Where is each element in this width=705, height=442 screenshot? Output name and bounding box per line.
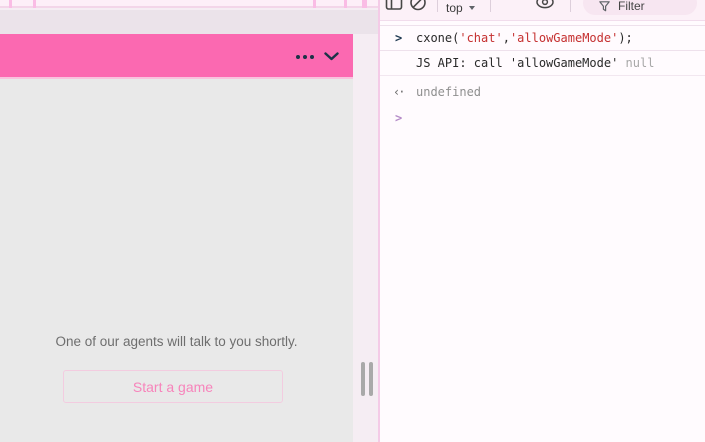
toolbar-separator bbox=[437, 0, 438, 12]
console-result-row: ‹· undefined bbox=[380, 80, 705, 104]
console-command-row: > cxone('chat','allowGameMode'); bbox=[380, 25, 705, 51]
console-sidebar-icon[interactable] bbox=[385, 0, 403, 12]
console-result-value: undefined bbox=[416, 85, 481, 99]
devtools-panel: top Filter > cxone('chat','allo bbox=[380, 0, 705, 442]
browser-page: One of our agents will talk to you short… bbox=[0, 0, 378, 442]
context-label: top bbox=[446, 1, 463, 15]
clear-console-icon[interactable] bbox=[409, 0, 427, 12]
agent-message: One of our agents will talk to you short… bbox=[0, 334, 353, 350]
tabstrip-tick bbox=[9, 0, 12, 8]
minimize-chevron-icon[interactable] bbox=[324, 52, 339, 61]
console-log-text: JS API: call 'allowGameMode' bbox=[416, 56, 618, 70]
chat-header-icons bbox=[296, 34, 339, 79]
console-prompt-row[interactable]: > bbox=[380, 106, 705, 116]
console-log-null: null bbox=[618, 56, 654, 70]
console-return-arrow-icon: ‹· bbox=[393, 85, 403, 99]
console-command-text: cxone('chat','allowGameMode'); bbox=[416, 31, 633, 45]
start-game-button[interactable]: Start a game bbox=[63, 370, 283, 403]
dropdown-caret-icon bbox=[469, 6, 475, 13]
filter-input[interactable]: Filter bbox=[583, 0, 697, 15]
page-background-band bbox=[0, 10, 378, 34]
console-log-row: JS API: call 'allowGameMode' null bbox=[380, 51, 705, 76]
more-options-icon[interactable] bbox=[296, 55, 314, 59]
console-prompt-chevron-icon: > bbox=[395, 111, 402, 125]
toolbar-separator bbox=[490, 0, 491, 12]
live-expression-eye-icon[interactable] bbox=[535, 0, 555, 12]
tabstrip-tick bbox=[362, 0, 367, 8]
javascript-context-dropdown[interactable]: top bbox=[446, 0, 475, 16]
chat-widget: One of our agents will talk to you short… bbox=[0, 34, 353, 442]
chat-header bbox=[0, 34, 353, 79]
console-output: > cxone('chat','allowGameMode'); JS API:… bbox=[380, 21, 705, 116]
tabstrip-tick bbox=[313, 0, 316, 8]
filter-placeholder: Filter bbox=[618, 0, 645, 12]
console-input-chevron-icon: > bbox=[395, 31, 402, 45]
browser-tabstrip bbox=[0, 0, 378, 8]
tabstrip-tick bbox=[344, 0, 347, 8]
resize-grip[interactable] bbox=[361, 362, 373, 396]
filter-funnel-icon bbox=[599, 1, 610, 12]
tabstrip-tick bbox=[33, 0, 36, 8]
screen: One of our agents will talk to you short… bbox=[0, 0, 705, 442]
console-toolbar: top Filter bbox=[380, 0, 705, 21]
toolbar-separator bbox=[570, 0, 571, 12]
